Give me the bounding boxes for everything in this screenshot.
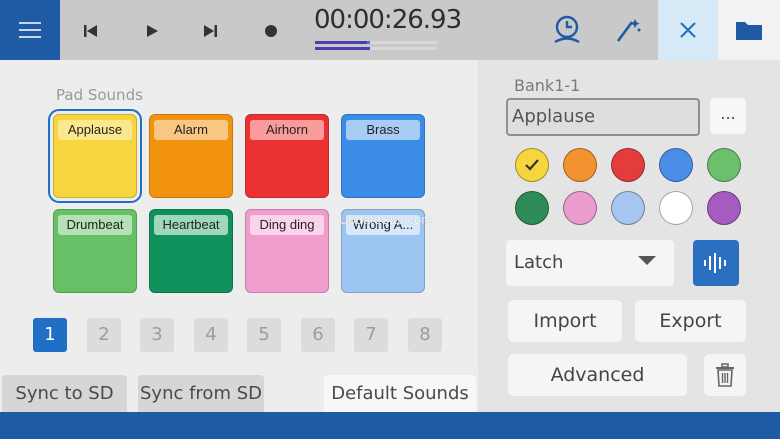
pad-airhorn[interactable]: Airhorn xyxy=(245,114,329,198)
next-button[interactable] xyxy=(199,20,221,42)
import-button[interactable]: Import xyxy=(508,300,622,342)
timer-button[interactable] xyxy=(537,0,597,60)
pad-label: Airhorn xyxy=(250,120,324,140)
default-sounds-button[interactable]: Default Sounds xyxy=(324,375,476,413)
page-button-2[interactable]: 2 xyxy=(87,318,121,352)
pad-editor-panel: Bank1-1 Applause ... Latch Import Export… xyxy=(478,60,780,412)
color-swatch-yellow[interactable] xyxy=(515,148,549,182)
level-meter-bottom xyxy=(315,47,437,50)
chevron-down-icon xyxy=(638,256,656,265)
pad-sounds-label: Pad Sounds xyxy=(56,86,143,104)
color-swatch-red[interactable] xyxy=(611,148,645,182)
level-meter-peak xyxy=(367,41,370,44)
delete-button[interactable] xyxy=(704,354,746,396)
previous-button[interactable] xyxy=(80,20,102,42)
record-button[interactable] xyxy=(260,20,282,42)
pad-brass[interactable]: Brass xyxy=(341,114,425,198)
color-swatch-pink[interactable] xyxy=(563,191,597,225)
pad-label: Brass xyxy=(346,120,420,140)
play-icon xyxy=(147,25,158,37)
record-icon xyxy=(265,25,277,37)
more-options-button[interactable]: ... xyxy=(710,98,746,134)
folder-button[interactable] xyxy=(718,0,780,60)
page-button-4[interactable]: 4 xyxy=(194,318,228,352)
skip-next-icon xyxy=(204,25,217,37)
color-swatch-white[interactable] xyxy=(659,191,693,225)
timer-icon xyxy=(554,15,580,44)
page-button-5[interactable]: 5 xyxy=(247,318,281,352)
page-button-6[interactable]: 6 xyxy=(301,318,335,352)
play-button[interactable] xyxy=(141,20,163,42)
color-swatch-blue[interactable] xyxy=(659,148,693,182)
play-mode-dropdown[interactable]: Latch xyxy=(506,240,674,286)
color-swatch-purple[interactable] xyxy=(707,191,741,225)
pad-name-input[interactable]: Applause xyxy=(506,98,700,136)
trash-icon xyxy=(716,363,734,387)
pad-drumbeat[interactable]: Drumbeat xyxy=(53,209,137,293)
pad-label: Alarm xyxy=(154,120,228,140)
level-meter-top xyxy=(315,41,437,44)
watermark: UpdateStar.com xyxy=(339,212,433,227)
close-icon xyxy=(680,22,696,38)
page-button-1[interactable]: 1 xyxy=(33,318,67,352)
magic-wand-icon xyxy=(616,19,641,42)
level-meter-bottom-fill xyxy=(315,47,370,50)
sync-from-sd-button[interactable]: Sync from SD xyxy=(138,375,264,413)
color-swatch-green[interactable] xyxy=(707,148,741,182)
pad-label: Ding ding xyxy=(250,215,324,235)
pad-label: Heartbeat xyxy=(154,215,228,235)
play-mode-value: Latch xyxy=(514,252,564,273)
folder-icon xyxy=(736,22,762,40)
color-swatch-dark-green[interactable] xyxy=(515,191,549,225)
pad-label: Applause xyxy=(58,120,132,140)
color-swatch-orange[interactable] xyxy=(563,148,597,182)
pad-alarm[interactable]: Alarm xyxy=(149,114,233,198)
waveform-icon xyxy=(704,253,726,273)
advanced-button[interactable]: Advanced xyxy=(508,354,687,396)
page-button-7[interactable]: 7 xyxy=(354,318,388,352)
close-button[interactable] xyxy=(658,0,718,60)
sync-to-sd-button[interactable]: Sync to SD xyxy=(2,375,127,413)
menu-button[interactable] xyxy=(0,0,60,60)
pad-label: Drumbeat xyxy=(58,215,132,235)
bank-label: Bank1-1 xyxy=(514,76,581,95)
skip-previous-icon xyxy=(84,25,97,37)
page-button-3[interactable]: 3 xyxy=(140,318,174,352)
status-bar xyxy=(0,412,780,439)
magic-button[interactable] xyxy=(597,0,657,60)
top-toolbar: 00:00:26.93 xyxy=(0,0,780,60)
page-button-8[interactable]: 8 xyxy=(408,318,442,352)
pad-ding-ding[interactable]: Ding ding xyxy=(245,209,329,293)
level-meter-top-fill xyxy=(315,41,370,44)
pad-sounds-panel: Pad Sounds Applause Alarm Airhorn Brass … xyxy=(0,60,478,413)
checkmark-icon xyxy=(525,159,539,171)
elapsed-time: 00:00:26.93 xyxy=(314,5,462,35)
pad-applause[interactable]: Applause xyxy=(48,109,142,203)
color-swatch-light-blue[interactable] xyxy=(611,191,645,225)
hamburger-menu-icon xyxy=(19,22,41,38)
waveform-button[interactable] xyxy=(693,240,739,286)
pad-heartbeat[interactable]: Heartbeat xyxy=(149,209,233,293)
export-button[interactable]: Export xyxy=(635,300,746,342)
